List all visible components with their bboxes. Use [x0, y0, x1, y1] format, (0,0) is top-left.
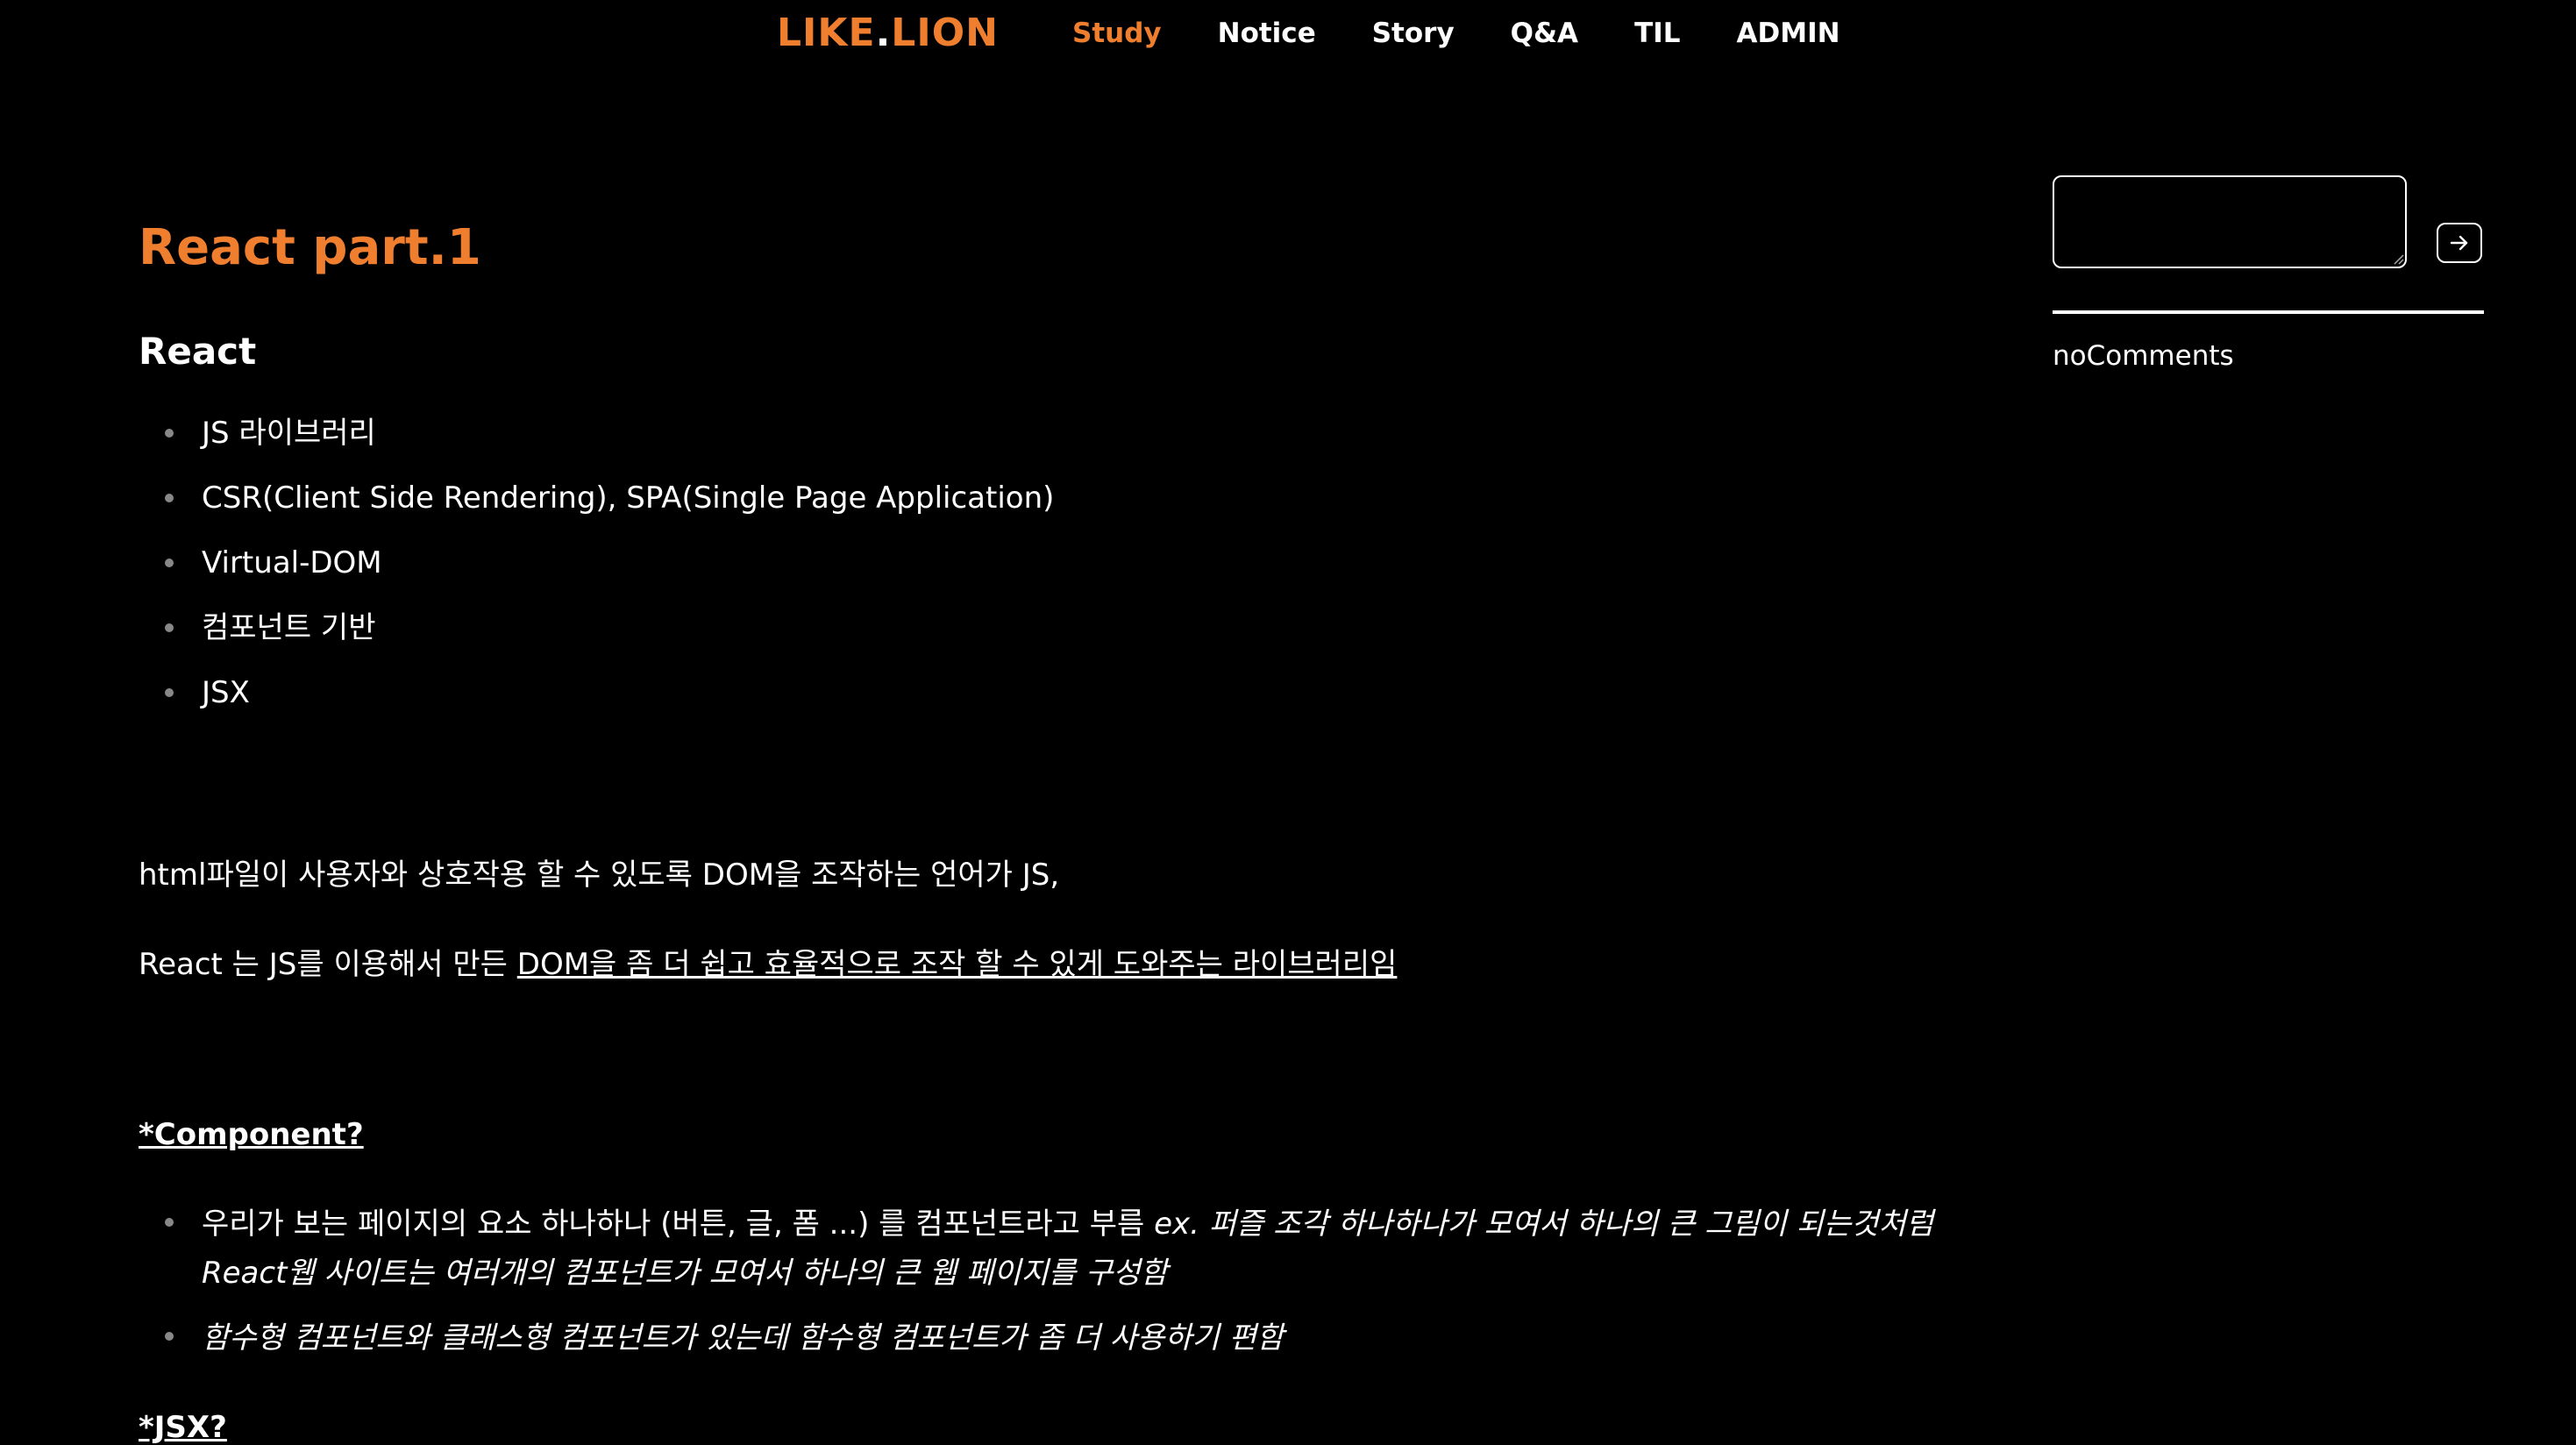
comment-submit-button[interactable] — [2437, 223, 2482, 263]
paragraph-react-desc: React 는 JS를 이용해서 만든 DOM을 좀 더 쉽고 효율적으로 조작… — [139, 940, 1397, 983]
logo-text-lion: LION — [891, 11, 999, 55]
list-item: 우리가 보는 페이지의 요소 하나하나 (버튼, 글, 폼 ...) 를 컴포넌… — [139, 1199, 1933, 1298]
paragraph-react-underlined: DOM을 좀 더 쉽고 효율적으로 조작 할 수 있게 도와주는 라이브러리임 — [516, 947, 1398, 982]
section-heading-react: React — [139, 330, 257, 373]
no-comments-text: noComments — [2053, 340, 2234, 372]
nav-item-qa[interactable]: Q&A — [1511, 18, 1578, 49]
component-heading: *Component? — [139, 1117, 364, 1152]
nav-item-til[interactable]: TIL — [1634, 18, 1680, 49]
comments-divider — [2053, 310, 2484, 314]
site-header: LIKE.LION Study Notice Story Q&A TIL ADM… — [0, 0, 2576, 74]
paragraph-dom-js: html파일이 사용자와 상호작용 할 수 있도록 DOM을 조작하는 언어가 … — [139, 858, 1060, 893]
react-feature-list: JS 라이브러리 CSR(Client Side Rendering), SPA… — [139, 410, 1054, 735]
site-logo[interactable]: LIKE.LION — [777, 11, 999, 55]
paragraph-react-plain: React 는 JS를 이용해서 만든 — [139, 947, 517, 982]
main-nav: Study Notice Story Q&A TIL ADMIN — [1072, 18, 1896, 49]
arrow-right-icon — [2450, 235, 2468, 251]
component-item1-plain: 우리가 보는 페이지의 요소 하나하나 (버튼, 글, 폼 ...) 를 컴포넌… — [202, 1207, 1155, 1242]
component-item2: 함수형 컴포넌트와 클래스형 컴포넌트가 있는데 함수형 컴포넌트가 좀 더 사… — [202, 1320, 1284, 1356]
list-item: CSR(Client Side Rendering), SPA(Single P… — [139, 475, 1054, 540]
list-item: JS 라이브러리 — [139, 410, 1054, 475]
resize-grip-icon[interactable] — [2392, 253, 2404, 265]
list-item: 컴포넌트 기반 — [139, 605, 1054, 670]
nav-item-admin[interactable]: ADMIN — [1737, 18, 1840, 49]
jsx-heading: *JSX? — [139, 1410, 227, 1445]
nav-item-notice[interactable]: Notice — [1218, 18, 1316, 49]
list-item: Virtual-DOM — [139, 540, 1054, 605]
list-item: 함수형 컴포넌트와 클래스형 컴포넌트가 있는데 함수형 컴포넌트가 좀 더 사… — [139, 1313, 1933, 1363]
post-title: React part.1 — [139, 219, 481, 276]
component-item1-italic-line1: ex. 퍼즐 조각 하나하나가 모여서 하나의 큰 그림이 되는것처럼 — [1154, 1207, 1934, 1242]
logo-text-like: LIKE — [777, 11, 876, 55]
nav-item-study[interactable]: Study — [1072, 18, 1162, 49]
comment-input[interactable] — [2053, 175, 2407, 268]
component-item1-italic-line2: React웹 사이트는 여러개의 컴포넌트가 모여서 하나의 큰 웹 페이지를 … — [202, 1256, 1168, 1291]
component-list: 우리가 보는 페이지의 요소 하나하나 (버튼, 글, 폼 ...) 를 컴포넌… — [139, 1199, 1933, 1378]
nav-item-story[interactable]: Story — [1372, 18, 1455, 49]
logo-dot: . — [875, 11, 892, 55]
list-item: JSX — [139, 670, 1054, 735]
